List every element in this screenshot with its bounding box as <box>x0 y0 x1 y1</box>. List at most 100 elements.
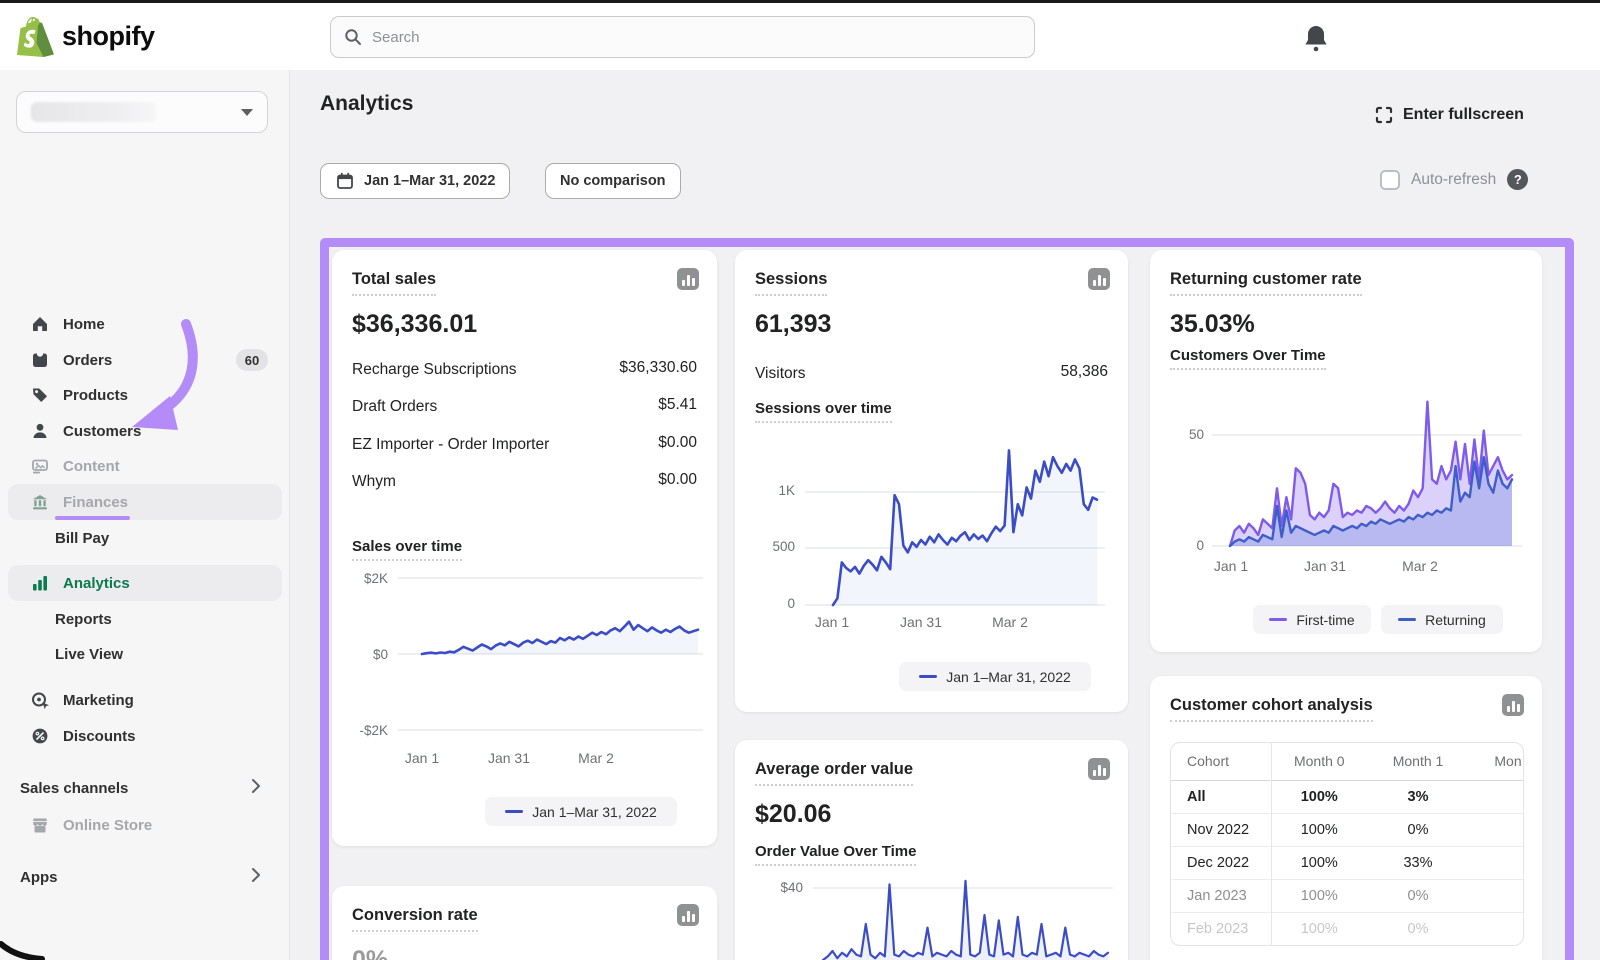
sidebar-item-label: Discounts <box>63 728 136 745</box>
chevron-right-icon <box>246 865 266 885</box>
rcr-value: 35.03% <box>1170 310 1522 339</box>
topbar: shopify Search <box>0 3 1600 70</box>
sidebar-item-label: Bill Pay <box>55 530 109 547</box>
xtick: Jan 31 <box>1290 558 1360 574</box>
xtick: Mar 2 <box>561 750 631 766</box>
auto-refresh-control: Auto-refresh ? <box>1380 169 1528 190</box>
ytick: $40 <box>757 880 803 895</box>
sidebar-item-bill-pay[interactable]: Bill Pay <box>8 520 282 556</box>
returning-legend: Returning <box>1381 605 1503 634</box>
ytick: $0 <box>342 647 388 662</box>
sidebar-item-label: Analytics <box>63 575 130 592</box>
store-icon <box>30 815 50 835</box>
ytick: 1K <box>749 483 795 498</box>
chevron-down-icon <box>241 109 253 116</box>
help-icon[interactable]: ? <box>1507 169 1528 190</box>
cohort-row: All100%3% <box>1171 780 1524 813</box>
search-input[interactable]: Search <box>330 16 1035 58</box>
store-selector[interactable] <box>16 91 268 133</box>
bar-chart-icon[interactable] <box>1502 694 1524 716</box>
sidebar-item-content[interactable]: Content <box>8 448 282 484</box>
fullscreen-icon <box>1374 105 1394 125</box>
sidebar-item-reports[interactable]: Reports <box>8 601 282 637</box>
content-icon <box>30 456 50 476</box>
xtick: Jan 31 <box>474 750 544 766</box>
search-icon <box>343 27 363 47</box>
ytick: 0 <box>1158 538 1204 553</box>
auto-refresh-checkbox[interactable] <box>1380 170 1400 190</box>
date-range-button[interactable]: Jan 1–Mar 31, 2022 <box>320 163 510 199</box>
customers-over-time-title[interactable]: Customers Over Time <box>1170 347 1326 370</box>
legend-label: Jan 1–Mar 31, 2022 <box>946 669 1071 685</box>
bar-chart-icon[interactable] <box>1088 268 1110 290</box>
analytics-icon <box>30 573 50 593</box>
customers-icon <box>30 421 50 441</box>
aov-title[interactable]: Average order value <box>755 760 913 786</box>
xtick: Mar 2 <box>1385 558 1455 574</box>
bar-chart-icon[interactable] <box>677 904 699 926</box>
average-order-value-card: Average order value $20.06 Order Value O… <box>735 740 1128 960</box>
sidebar-item-online-store[interactable]: Online Store <box>8 807 282 843</box>
customers-over-time-chart <box>1212 400 1522 555</box>
sidebar-item-discounts[interactable]: Discounts <box>8 718 282 754</box>
rcr-title[interactable]: Returning customer rate <box>1170 270 1362 296</box>
shopify-logo[interactable]: shopify <box>16 15 155 57</box>
cohort-row: Dec 2022100%33% <box>1171 846 1524 879</box>
orders-count-badge: 60 <box>236 349 268 371</box>
bar-chart-icon[interactable] <box>1088 758 1110 780</box>
sidebar-item-live-view[interactable]: Live View <box>8 636 282 672</box>
shopify-wordmark: shopify <box>62 21 155 52</box>
ytick: $2K <box>342 571 388 586</box>
sessions-over-time-chart <box>805 430 1105 610</box>
ytick: -$2K <box>342 723 388 738</box>
total-sales-value: $36,336.01 <box>352 310 697 339</box>
sidebar-section-apps[interactable]: Apps <box>8 861 282 893</box>
analytics-annotation-underline <box>55 516 130 520</box>
corner-swoosh-annotation <box>0 930 45 960</box>
cohort-row: Nov 2022100%0% <box>1171 813 1524 846</box>
returning-customer-rate-card: Returning customer rate 35.03% Customers… <box>1150 250 1542 652</box>
sidebar-item-finances[interactable]: Finances <box>8 484 282 520</box>
sessions-breakdown: Visitors58,386 <box>755 363 1108 385</box>
legend-dash <box>919 675 937 678</box>
fullscreen-label: Enter fullscreen <box>1403 106 1524 124</box>
conversion-rate-title[interactable]: Conversion rate <box>352 906 478 932</box>
bar-chart-icon[interactable] <box>677 268 699 290</box>
sidebar-item-analytics[interactable]: Analytics <box>8 565 282 601</box>
marketing-icon <box>30 690 50 710</box>
sales-over-time-title[interactable]: Sales over time <box>352 538 462 561</box>
sidebar: HomeOrders60ProductsCustomersContentFina… <box>0 70 290 960</box>
sessions-over-time-title[interactable]: Sessions over time <box>755 400 892 423</box>
sidebar-section-sales-channels[interactable]: Sales channels <box>8 772 282 804</box>
shopify-bag-icon <box>16 15 54 57</box>
conversion-rate-value: 0% <box>352 946 697 960</box>
home-icon <box>30 314 50 334</box>
breakdown-row: EZ Importer - Order Importer$0.00 <box>352 434 697 456</box>
sidebar-item-marketing[interactable]: Marketing <box>8 682 282 718</box>
xtick: Jan 1 <box>797 614 867 630</box>
comparison-button[interactable]: No comparison <box>545 163 681 199</box>
total-sales-title[interactable]: Total sales <box>352 270 436 296</box>
enter-fullscreen-button[interactable]: Enter fullscreen <box>1374 105 1524 125</box>
cohort-header: Mon <box>1469 743 1524 780</box>
xtick: Jan 31 <box>886 614 956 630</box>
legend-dash <box>1398 618 1416 621</box>
cohort-title[interactable]: Customer cohort analysis <box>1170 696 1373 722</box>
sessions-card: Sessions 61,393 Visitors58,386 Sessions … <box>735 250 1128 712</box>
xtick: Jan 1 <box>387 750 457 766</box>
order-value-over-time-title[interactable]: Order Value Over Time <box>755 843 916 866</box>
conversion-rate-card: Conversion rate 0% <box>332 886 717 960</box>
cohort-row: Feb 2023100%0% <box>1171 912 1524 945</box>
order-value-over-time-chart <box>813 870 1113 960</box>
sidebar-item-label: Content <box>63 458 120 475</box>
sessions-title[interactable]: Sessions <box>755 270 827 296</box>
visitors-label: Visitors <box>755 363 990 385</box>
notification-bell-icon[interactable] <box>1302 23 1330 53</box>
cohort-table: CohortMonth 0Month 1Mon All100%3%Nov 202… <box>1170 742 1524 946</box>
sidebar-item-label: Live View <box>55 646 123 663</box>
chart-legend: Jan 1–Mar 31, 2022 <box>899 662 1091 691</box>
chevron-right-icon <box>246 776 266 796</box>
cohort-header: Month 0 <box>1271 743 1367 780</box>
search-placeholder: Search <box>372 29 420 46</box>
breakdown-row: Draft Orders$5.41 <box>352 396 697 418</box>
